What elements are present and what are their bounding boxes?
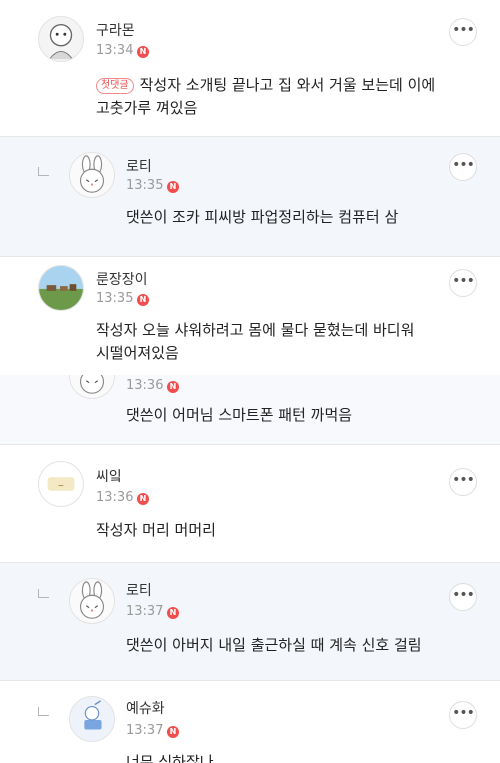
more-options-button[interactable]: ••• <box>449 583 477 611</box>
comment-body: 첫댓글 작성자 소개팅 끝나고 집 와서 거울 보는데 이에 고춧가루 껴있음 <box>96 74 435 120</box>
comment-time: 13:36 <box>96 490 134 505</box>
reply-arrow-icon <box>38 167 49 176</box>
comment-time: 13:35 <box>126 178 164 193</box>
svg-text:~: ~ <box>58 481 64 490</box>
avatar[interactable] <box>38 265 84 311</box>
comment-text-line: 댓쓴이 어머님 스마트폰 패턴 까먹음 <box>126 406 353 424</box>
reply-item: 로티 13:37 N ••• 댓쓴이 아버지 내일 출근하실 때 계속 신호 걸… <box>0 563 500 680</box>
avatar[interactable]: ~ <box>38 461 84 507</box>
comment-author[interactable]: 룬장장이 <box>96 269 148 289</box>
comment-time: 13:34 <box>96 43 134 58</box>
comment-body: 댓쓴이 아버지 내일 출근하실 때 계속 신호 걸림 <box>126 634 422 657</box>
comment-author[interactable]: 구라몬 <box>96 20 135 40</box>
comment-time: 13:35 <box>96 291 134 306</box>
comment-text-line: 너무 심하잖나 <box>126 753 214 763</box>
new-badge: N <box>167 607 179 619</box>
comment-body: 댓쓴이 어머님 스마트폰 패턴 까먹음 <box>126 404 352 427</box>
comment-text-line: 고춧가루 껴있음 <box>96 99 198 117</box>
comment-body: 너무 심하잖나 <box>126 751 214 763</box>
reply-item: 예슈화 13:37 N ••• 너무 심하잖나 <box>0 681 500 763</box>
first-comment-badge: 첫댓글 <box>96 78 134 94</box>
comment-text-line: 작성자 머리 머머리 <box>96 521 216 539</box>
reply-arrow-icon <box>38 707 49 716</box>
more-options-button[interactable]: ••• <box>449 468 477 496</box>
comment-time: 13:37 <box>126 723 164 738</box>
comment-text-line: 작성자 소개팅 끝나고 집 와서 거울 보는데 이에 <box>139 76 436 94</box>
avatar[interactable] <box>38 16 84 62</box>
new-badge: N <box>137 294 149 306</box>
comment-body: 작성자 머리 머머리 <box>96 519 216 542</box>
more-options-button[interactable]: ••• <box>449 701 477 729</box>
comment-author[interactable]: 로티 <box>126 156 152 176</box>
new-badge: N <box>167 726 179 738</box>
more-options-button[interactable]: ••• <box>449 153 477 181</box>
new-badge: N <box>137 46 149 58</box>
reply-arrow-icon <box>38 589 49 598</box>
comment-text-line: 댓쓴이 아버지 내일 출근하실 때 계속 신호 걸림 <box>126 636 422 654</box>
reply-item: 로티 13:35 N ••• 댓쓴이 조카 피씨방 파업정리하는 컴퓨터 삼 <box>0 137 500 256</box>
new-badge: N <box>167 181 179 193</box>
avatar[interactable] <box>69 375 115 399</box>
comment-author[interactable]: 예슈화 <box>126 698 165 718</box>
avatar[interactable] <box>69 578 115 624</box>
new-badge: N <box>167 381 179 393</box>
comment-item: 13:36 N 댓쓴이 어머님 스마트폰 패턴 까먹음 <box>0 375 500 444</box>
comment-item: ~ 씨잌 13:36 N ••• 작성자 머리 머머리 <box>0 445 500 562</box>
comment-text-line: 댓쓴이 조카 피씨방 파업정리하는 컴퓨터 삼 <box>126 208 399 226</box>
comment-author[interactable]: 로티 <box>126 580 152 600</box>
comment-time: 13:36 <box>126 378 164 393</box>
comment-time: 13:37 <box>126 604 164 619</box>
more-options-button[interactable]: ••• <box>449 18 477 46</box>
comment-body: 댓쓴이 조카 피씨방 파업정리하는 컴퓨터 삼 <box>126 206 398 229</box>
avatar[interactable] <box>69 152 115 198</box>
comment-item: 구라몬 13:34 N ••• 첫댓글 작성자 소개팅 끝나고 집 와서 거울 보… <box>0 0 500 136</box>
new-badge: N <box>137 493 149 505</box>
comment-text-line: 시떨어져있음 <box>96 344 179 362</box>
avatar[interactable] <box>69 696 115 742</box>
more-options-button[interactable]: ••• <box>449 269 477 297</box>
comment-text-line: 작성자 오늘 샤워하려고 몸에 물다 묻혔는데 바디워 <box>96 321 415 339</box>
comment-body: 작성자 오늘 샤워하려고 몸에 물다 묻혔는데 바디워 시떨어져있음 <box>96 319 414 365</box>
comment-author[interactable]: 씨잌 <box>96 466 122 486</box>
comment-item: 룬장장이 13:35 N ••• 작성자 오늘 샤워하려고 몸에 물다 묻혔는데… <box>0 257 500 375</box>
